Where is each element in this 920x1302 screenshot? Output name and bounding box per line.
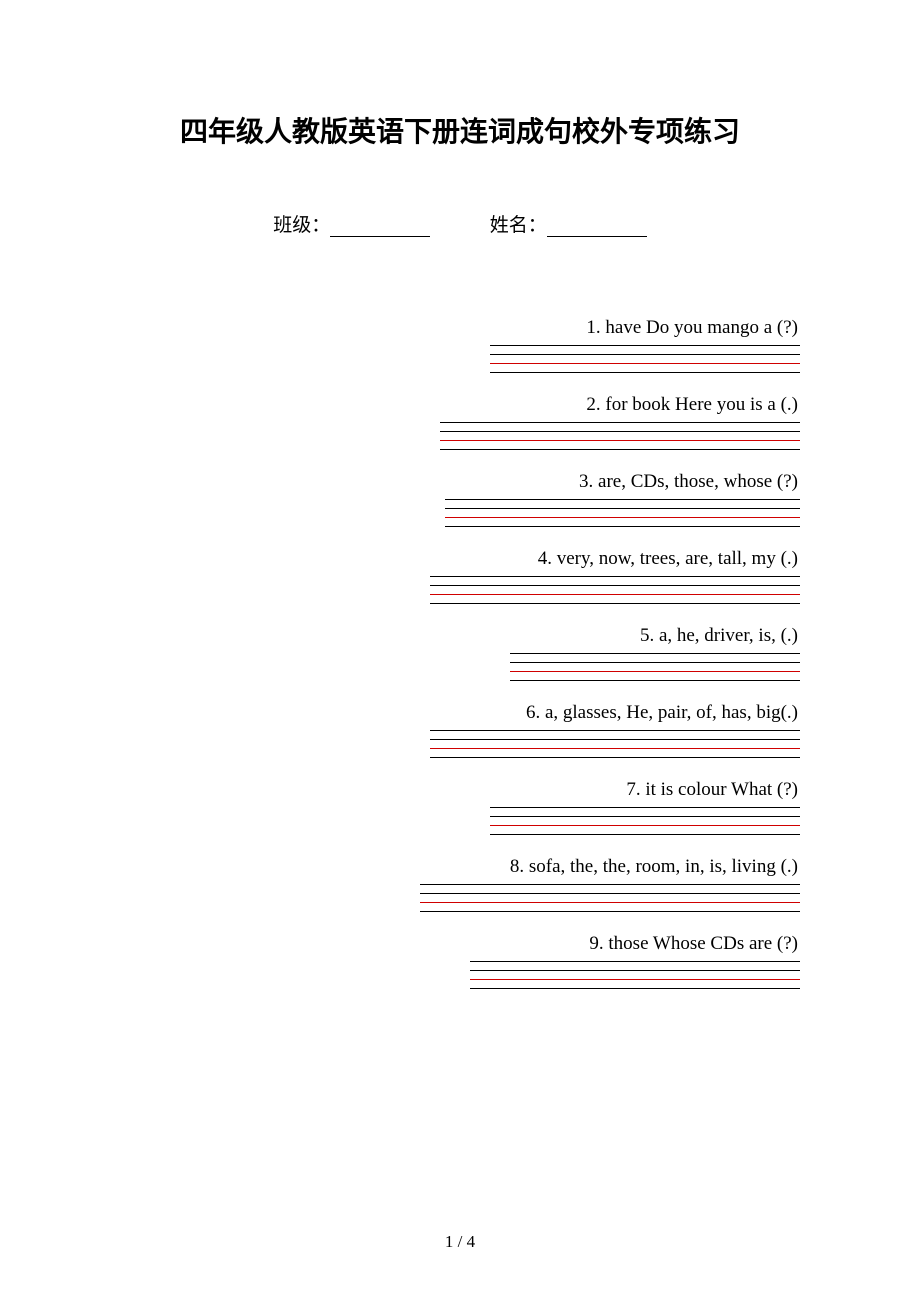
answer-line: [445, 499, 800, 503]
answer-line: [445, 517, 800, 521]
name-label: 姓名：: [490, 210, 547, 237]
question-item: 2. for book Here you is a (.): [120, 394, 800, 463]
question-text: 8. sofa, the, the, room, in, is, living …: [120, 856, 800, 878]
question-item: 8. sofa, the, the, room, in, is, living …: [120, 856, 800, 925]
answer-line: [420, 884, 800, 888]
answer-lines[interactable]: [430, 576, 800, 612]
question-item: 7. it is colour What (?): [120, 779, 800, 848]
questions-container: 1. have Do you mango a (?) 2. for book He…: [120, 317, 800, 1010]
answer-line: [420, 902, 800, 906]
question-text: 3. are, CDs, those, whose (?): [120, 471, 800, 493]
page-number: 1 / 4: [0, 1232, 920, 1252]
answer-lines[interactable]: [470, 961, 800, 997]
question-text: 9. those Whose CDs are (?): [120, 933, 800, 955]
page-title: 四年级人教版英语下册连词成句校外专项练习: [120, 110, 800, 150]
answer-line: [430, 576, 800, 580]
question-item: 1. have Do you mango a (?): [120, 317, 800, 386]
question-text: 1. have Do you mango a (?): [120, 317, 800, 339]
answer-line: [430, 757, 800, 761]
answer-line: [420, 911, 800, 915]
worksheet-page: 四年级人教版英语下册连词成句校外专项练习 班级： 姓名： 1. have Do …: [0, 0, 920, 1070]
answer-lines[interactable]: [490, 807, 800, 843]
answer-line: [440, 431, 800, 435]
answer-line: [470, 988, 800, 992]
answer-line: [440, 449, 800, 453]
answer-line: [490, 363, 800, 367]
answer-line: [440, 440, 800, 444]
answer-line: [430, 748, 800, 752]
answer-line: [490, 825, 800, 829]
answer-line: [510, 680, 800, 684]
answer-line: [490, 816, 800, 820]
answer-line: [430, 739, 800, 743]
answer-lines[interactable]: [490, 345, 800, 381]
answer-line: [510, 662, 800, 666]
answer-line: [430, 603, 800, 607]
class-blank[interactable]: [330, 219, 430, 237]
question-item: 4. very, now, trees, are, tall, my (.): [120, 548, 800, 617]
answer-lines[interactable]: [420, 884, 800, 920]
question-text: 4. very, now, trees, are, tall, my (.): [120, 548, 800, 570]
class-label: 班级：: [273, 210, 330, 237]
question-text: 6. a, glasses, He, pair, of, has, big(.): [120, 702, 800, 724]
answer-line: [470, 979, 800, 983]
answer-line: [490, 345, 800, 349]
question-item: 5. a, he, driver, is, (.): [120, 625, 800, 694]
question-text: 5. a, he, driver, is, (.): [120, 625, 800, 647]
question-text: 2. for book Here you is a (.): [120, 394, 800, 416]
answer-line: [445, 508, 800, 512]
answer-line: [430, 585, 800, 589]
answer-lines[interactable]: [430, 730, 800, 766]
answer-line: [510, 671, 800, 675]
question-item: 3. are, CDs, those, whose (?): [120, 471, 800, 540]
answer-lines[interactable]: [440, 422, 800, 458]
answer-line: [470, 970, 800, 974]
answer-line: [430, 730, 800, 734]
answer-line: [490, 354, 800, 358]
student-fields: 班级： 姓名：: [120, 210, 800, 237]
answer-lines[interactable]: [445, 499, 800, 535]
answer-line: [440, 422, 800, 426]
answer-line: [510, 653, 800, 657]
question-text: 7. it is colour What (?): [120, 779, 800, 801]
answer-line: [490, 834, 800, 838]
answer-lines[interactable]: [510, 653, 800, 689]
answer-line: [490, 372, 800, 376]
answer-line: [490, 807, 800, 811]
question-item: 9. those Whose CDs are (?): [120, 933, 800, 1002]
answer-line: [420, 893, 800, 897]
answer-line: [445, 526, 800, 530]
answer-line: [430, 594, 800, 598]
name-blank[interactable]: [547, 219, 647, 237]
answer-line: [470, 961, 800, 965]
question-item: 6. a, glasses, He, pair, of, has, big(.): [120, 702, 800, 771]
